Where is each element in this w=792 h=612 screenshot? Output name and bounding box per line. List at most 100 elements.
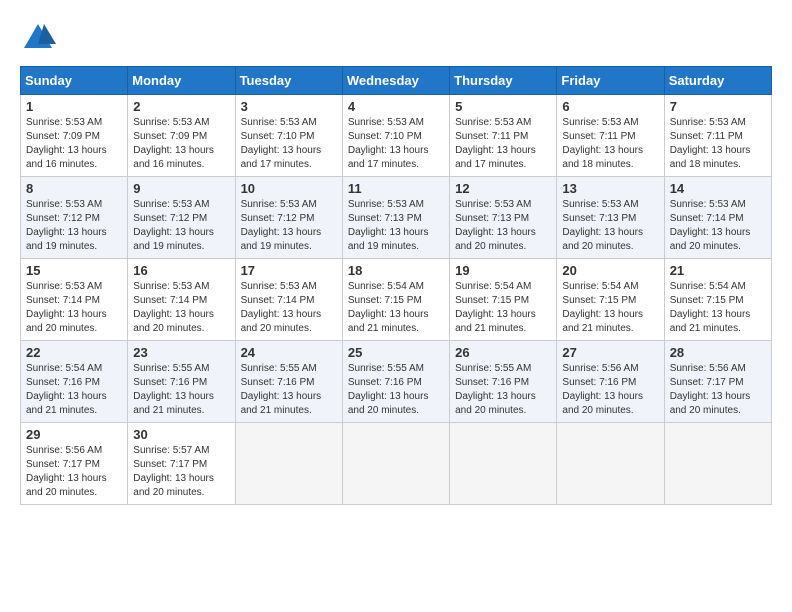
table-row [342, 423, 449, 505]
table-row: 7 Sunrise: 5:53 AM Sunset: 7:11 PM Dayli… [664, 95, 771, 177]
day-info: Sunrise: 5:55 AM Sunset: 7:16 PM Dayligh… [348, 362, 444, 418]
day-number: 4 [348, 99, 444, 114]
calendar-week-row: 1 Sunrise: 5:53 AM Sunset: 7:09 PM Dayli… [21, 95, 772, 177]
day-number: 10 [241, 181, 337, 196]
table-row: 11 Sunrise: 5:53 AM Sunset: 7:13 PM Dayl… [342, 177, 449, 259]
table-row: 6 Sunrise: 5:53 AM Sunset: 7:11 PM Dayli… [557, 95, 664, 177]
day-number: 23 [133, 345, 229, 360]
page-header [20, 20, 772, 56]
day-info: Sunrise: 5:53 AM Sunset: 7:11 PM Dayligh… [562, 116, 658, 172]
calendar-week-row: 15 Sunrise: 5:53 AM Sunset: 7:14 PM Dayl… [21, 259, 772, 341]
day-info: Sunrise: 5:53 AM Sunset: 7:09 PM Dayligh… [133, 116, 229, 172]
day-info: Sunrise: 5:53 AM Sunset: 7:14 PM Dayligh… [670, 198, 766, 254]
logo [20, 20, 62, 56]
day-number: 6 [562, 99, 658, 114]
day-info: Sunrise: 5:53 AM Sunset: 7:14 PM Dayligh… [26, 280, 122, 336]
table-row [664, 423, 771, 505]
day-info: Sunrise: 5:53 AM Sunset: 7:09 PM Dayligh… [26, 116, 122, 172]
table-row: 20 Sunrise: 5:54 AM Sunset: 7:15 PM Dayl… [557, 259, 664, 341]
table-row: 24 Sunrise: 5:55 AM Sunset: 7:16 PM Dayl… [235, 341, 342, 423]
day-info: Sunrise: 5:53 AM Sunset: 7:11 PM Dayligh… [455, 116, 551, 172]
day-info: Sunrise: 5:53 AM Sunset: 7:10 PM Dayligh… [241, 116, 337, 172]
day-number: 18 [348, 263, 444, 278]
day-info: Sunrise: 5:57 AM Sunset: 7:17 PM Dayligh… [133, 444, 229, 500]
col-wednesday: Wednesday [342, 67, 449, 95]
col-saturday: Saturday [664, 67, 771, 95]
day-info: Sunrise: 5:54 AM Sunset: 7:16 PM Dayligh… [26, 362, 122, 418]
calendar: Sunday Monday Tuesday Wednesday Thursday… [20, 66, 772, 505]
table-row [450, 423, 557, 505]
day-number: 20 [562, 263, 658, 278]
day-info: Sunrise: 5:53 AM Sunset: 7:12 PM Dayligh… [133, 198, 229, 254]
table-row: 17 Sunrise: 5:53 AM Sunset: 7:14 PM Dayl… [235, 259, 342, 341]
day-number: 22 [26, 345, 122, 360]
day-number: 8 [26, 181, 122, 196]
day-info: Sunrise: 5:56 AM Sunset: 7:17 PM Dayligh… [670, 362, 766, 418]
day-info: Sunrise: 5:56 AM Sunset: 7:17 PM Dayligh… [26, 444, 122, 500]
calendar-week-row: 8 Sunrise: 5:53 AM Sunset: 7:12 PM Dayli… [21, 177, 772, 259]
table-row: 22 Sunrise: 5:54 AM Sunset: 7:16 PM Dayl… [21, 341, 128, 423]
day-info: Sunrise: 5:53 AM Sunset: 7:14 PM Dayligh… [241, 280, 337, 336]
table-row: 29 Sunrise: 5:56 AM Sunset: 7:17 PM Dayl… [21, 423, 128, 505]
table-row: 21 Sunrise: 5:54 AM Sunset: 7:15 PM Dayl… [664, 259, 771, 341]
table-row: 2 Sunrise: 5:53 AM Sunset: 7:09 PM Dayli… [128, 95, 235, 177]
day-number: 28 [670, 345, 766, 360]
col-thursday: Thursday [450, 67, 557, 95]
table-row: 28 Sunrise: 5:56 AM Sunset: 7:17 PM Dayl… [664, 341, 771, 423]
day-info: Sunrise: 5:55 AM Sunset: 7:16 PM Dayligh… [241, 362, 337, 418]
table-row: 1 Sunrise: 5:53 AM Sunset: 7:09 PM Dayli… [21, 95, 128, 177]
calendar-week-row: 29 Sunrise: 5:56 AM Sunset: 7:17 PM Dayl… [21, 423, 772, 505]
col-monday: Monday [128, 67, 235, 95]
day-number: 19 [455, 263, 551, 278]
table-row: 13 Sunrise: 5:53 AM Sunset: 7:13 PM Dayl… [557, 177, 664, 259]
day-number: 27 [562, 345, 658, 360]
day-info: Sunrise: 5:53 AM Sunset: 7:10 PM Dayligh… [348, 116, 444, 172]
table-row: 3 Sunrise: 5:53 AM Sunset: 7:10 PM Dayli… [235, 95, 342, 177]
table-row: 25 Sunrise: 5:55 AM Sunset: 7:16 PM Dayl… [342, 341, 449, 423]
day-number: 13 [562, 181, 658, 196]
day-number: 1 [26, 99, 122, 114]
day-number: 29 [26, 427, 122, 442]
day-number: 14 [670, 181, 766, 196]
day-number: 7 [670, 99, 766, 114]
table-row [557, 423, 664, 505]
col-friday: Friday [557, 67, 664, 95]
day-info: Sunrise: 5:53 AM Sunset: 7:13 PM Dayligh… [562, 198, 658, 254]
table-row: 5 Sunrise: 5:53 AM Sunset: 7:11 PM Dayli… [450, 95, 557, 177]
day-number: 25 [348, 345, 444, 360]
table-row: 9 Sunrise: 5:53 AM Sunset: 7:12 PM Dayli… [128, 177, 235, 259]
day-info: Sunrise: 5:54 AM Sunset: 7:15 PM Dayligh… [455, 280, 551, 336]
day-number: 9 [133, 181, 229, 196]
day-number: 26 [455, 345, 551, 360]
day-number: 3 [241, 99, 337, 114]
day-info: Sunrise: 5:55 AM Sunset: 7:16 PM Dayligh… [455, 362, 551, 418]
table-row [235, 423, 342, 505]
day-number: 16 [133, 263, 229, 278]
table-row: 10 Sunrise: 5:53 AM Sunset: 7:12 PM Dayl… [235, 177, 342, 259]
day-info: Sunrise: 5:53 AM Sunset: 7:13 PM Dayligh… [455, 198, 551, 254]
table-row: 8 Sunrise: 5:53 AM Sunset: 7:12 PM Dayli… [21, 177, 128, 259]
table-row: 14 Sunrise: 5:53 AM Sunset: 7:14 PM Dayl… [664, 177, 771, 259]
day-number: 17 [241, 263, 337, 278]
day-number: 12 [455, 181, 551, 196]
col-sunday: Sunday [21, 67, 128, 95]
day-info: Sunrise: 5:53 AM Sunset: 7:12 PM Dayligh… [241, 198, 337, 254]
day-info: Sunrise: 5:54 AM Sunset: 7:15 PM Dayligh… [562, 280, 658, 336]
day-number: 5 [455, 99, 551, 114]
calendar-header-row: Sunday Monday Tuesday Wednesday Thursday… [21, 67, 772, 95]
day-number: 2 [133, 99, 229, 114]
day-info: Sunrise: 5:55 AM Sunset: 7:16 PM Dayligh… [133, 362, 229, 418]
day-info: Sunrise: 5:53 AM Sunset: 7:11 PM Dayligh… [670, 116, 766, 172]
table-row: 4 Sunrise: 5:53 AM Sunset: 7:10 PM Dayli… [342, 95, 449, 177]
day-info: Sunrise: 5:54 AM Sunset: 7:15 PM Dayligh… [348, 280, 444, 336]
table-row: 27 Sunrise: 5:56 AM Sunset: 7:16 PM Dayl… [557, 341, 664, 423]
col-tuesday: Tuesday [235, 67, 342, 95]
table-row: 19 Sunrise: 5:54 AM Sunset: 7:15 PM Dayl… [450, 259, 557, 341]
table-row: 23 Sunrise: 5:55 AM Sunset: 7:16 PM Dayl… [128, 341, 235, 423]
table-row: 16 Sunrise: 5:53 AM Sunset: 7:14 PM Dayl… [128, 259, 235, 341]
day-info: Sunrise: 5:53 AM Sunset: 7:13 PM Dayligh… [348, 198, 444, 254]
calendar-week-row: 22 Sunrise: 5:54 AM Sunset: 7:16 PM Dayl… [21, 341, 772, 423]
logo-icon [20, 20, 56, 56]
day-info: Sunrise: 5:53 AM Sunset: 7:14 PM Dayligh… [133, 280, 229, 336]
day-number: 21 [670, 263, 766, 278]
